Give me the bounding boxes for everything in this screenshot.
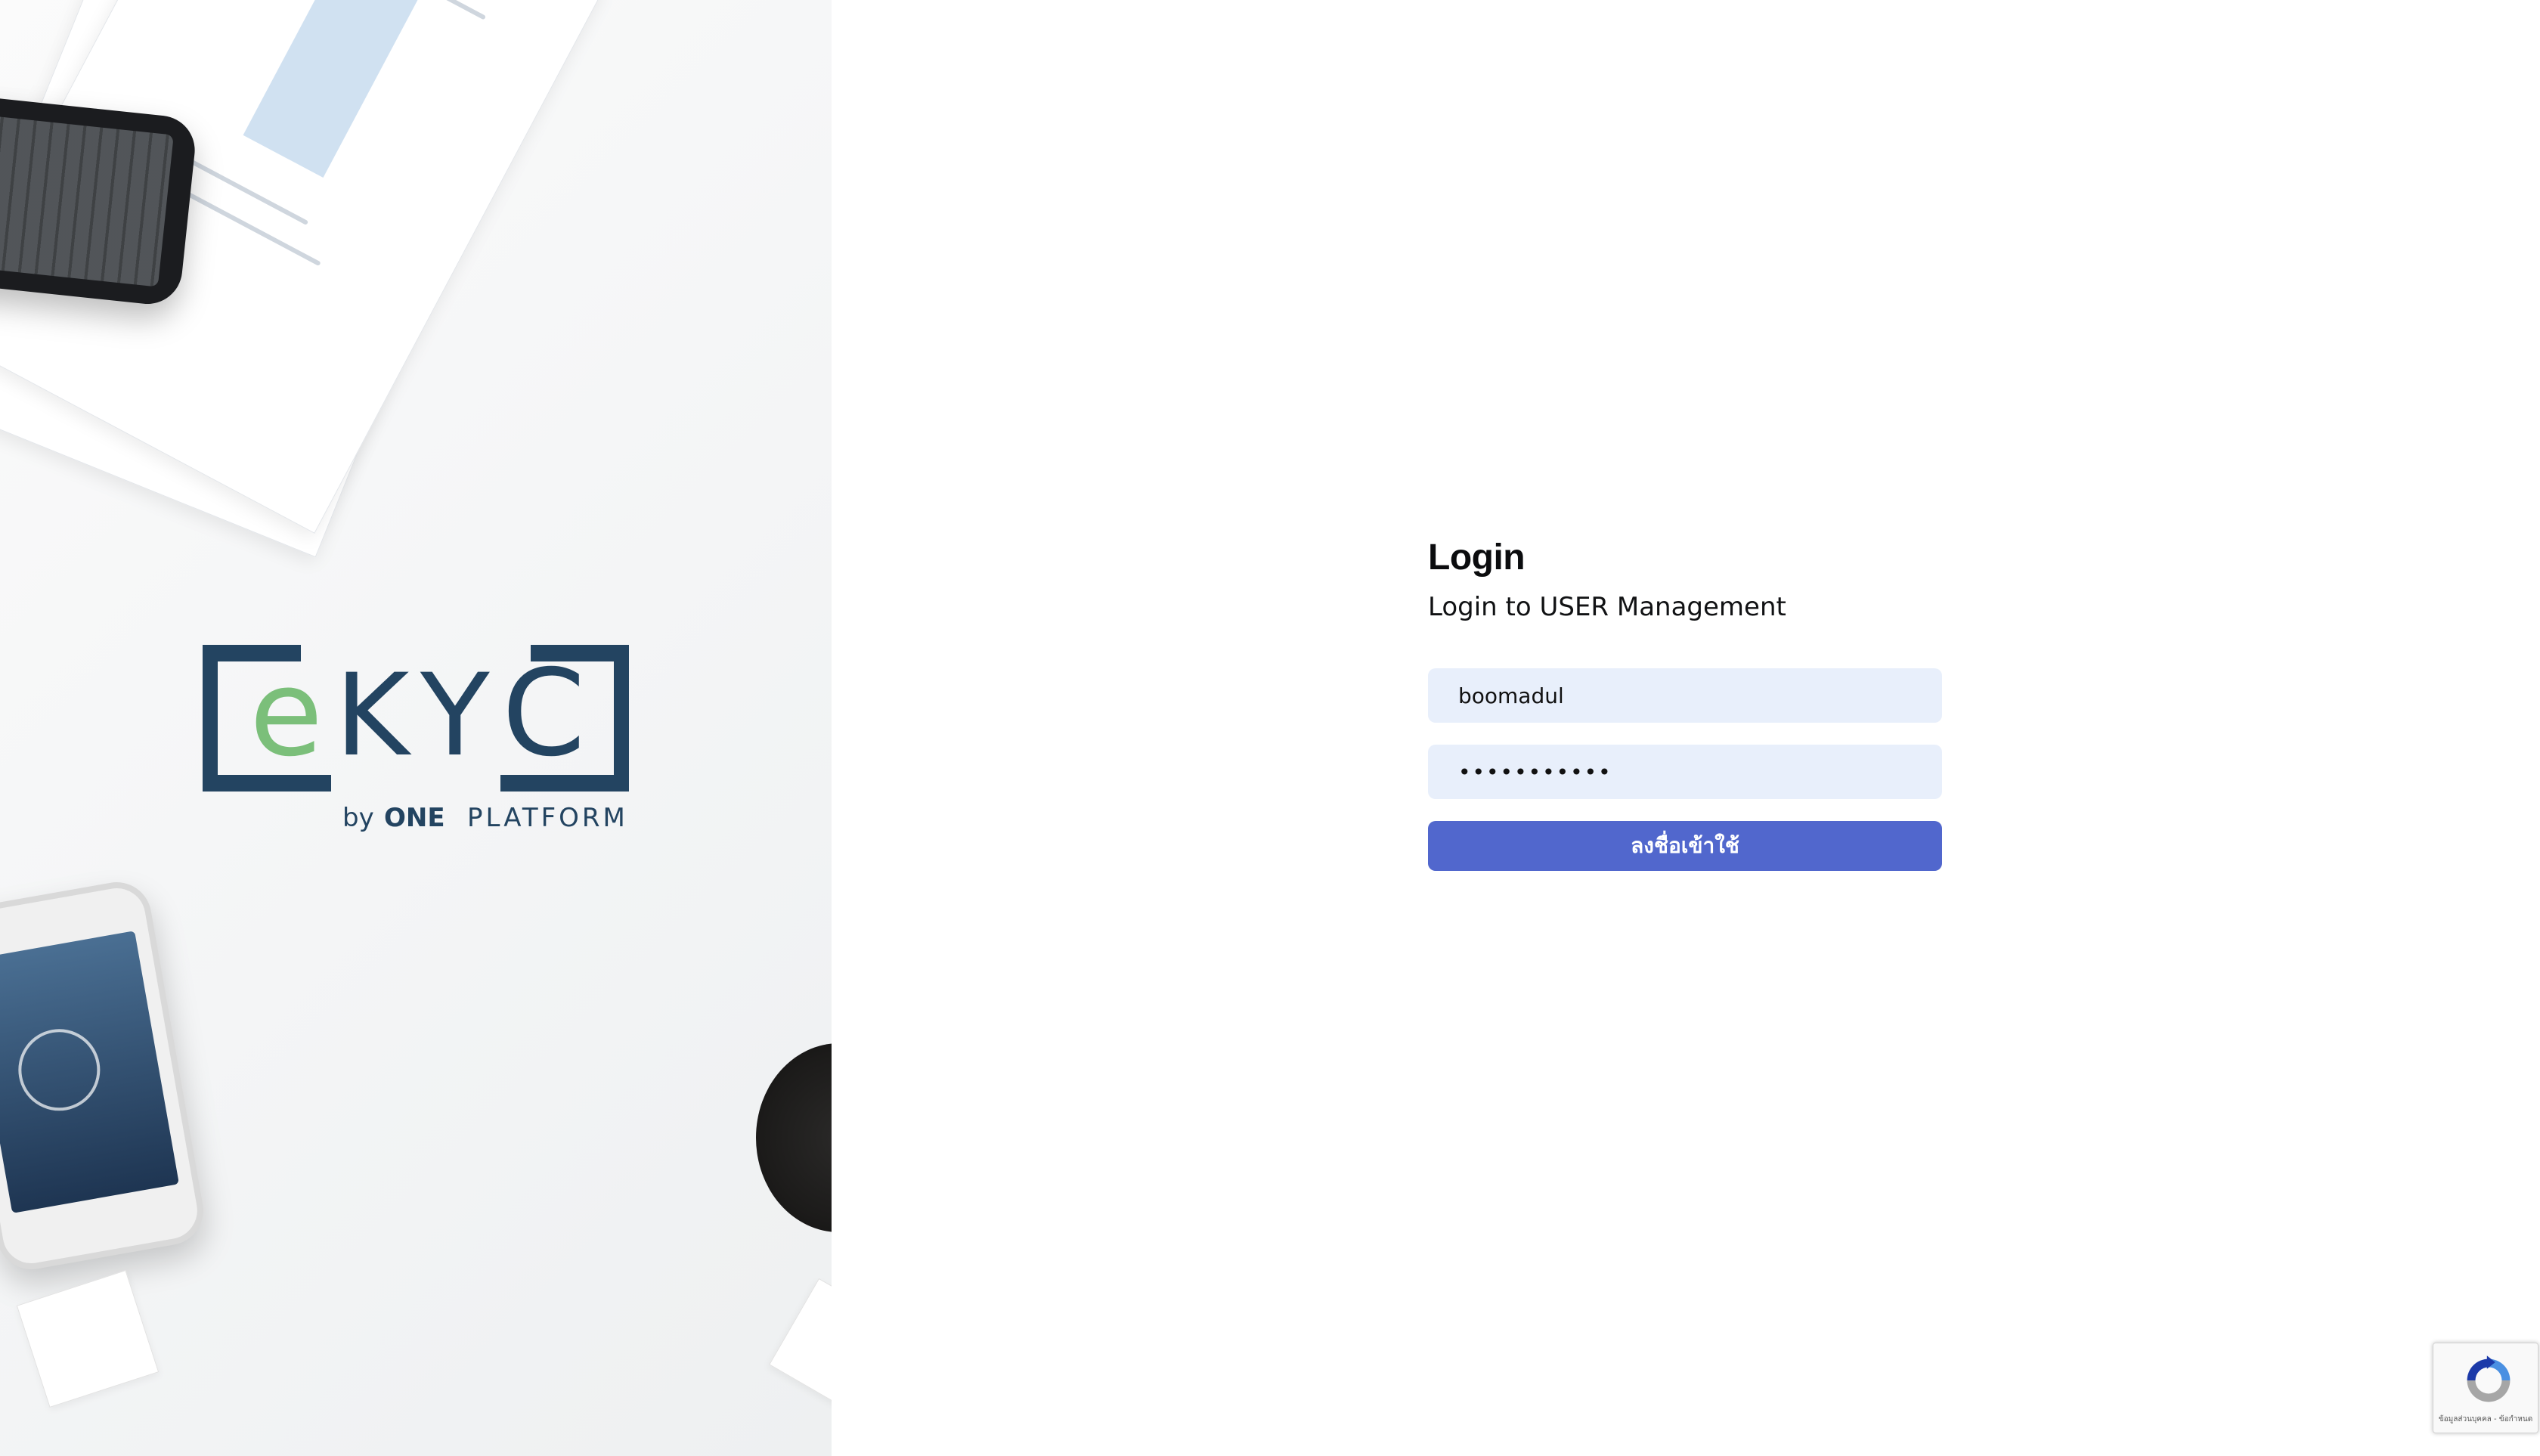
page-title: Login [1428,537,1526,578]
recaptcha-badge[interactable]: ข้อมูลส่วนบุคคล - ข้อกำหนด [2433,1343,2538,1433]
hero-panel: e K Y C by ONE PLATFORM [0,0,832,1456]
password-field[interactable]: ••••••••••• [1428,745,1942,799]
decorative-tag [16,1269,160,1408]
svg-text:PLATFORM: PLATFORM [467,803,628,833]
recaptcha-icon [2467,1355,2511,1402]
login-button[interactable]: ลงชื่อเข้าใช้ [1428,821,1942,871]
svg-text:C: C [502,644,585,783]
svg-text:by: by [342,803,374,833]
svg-text:ONE: ONE [384,803,445,833]
page-subtitle: Login to USER Management [1428,592,1786,622]
ekyc-logo: e K Y C by ONE PLATFORM [195,637,637,834]
decorative-phone [0,93,199,308]
svg-text:e: e [249,644,323,783]
login-form: Login Login to USER Management boomadul … [1428,537,1942,871]
username-field[interactable]: boomadul [1428,668,1942,723]
recaptcha-footer-text[interactable]: ข้อมูลส่วนบุคคล - ข้อกำหนด [2438,1414,2533,1425]
decorative-phone [0,876,209,1275]
decorative-tag [769,1278,832,1423]
decorative-coffee-cup [756,1043,832,1232]
login-page: e K Y C by ONE PLATFORM Login Login to U… [0,0,2540,1456]
svg-text:Y: Y [420,650,490,782]
svg-text:K: K [335,650,412,782]
sync-icon [11,1022,107,1117]
